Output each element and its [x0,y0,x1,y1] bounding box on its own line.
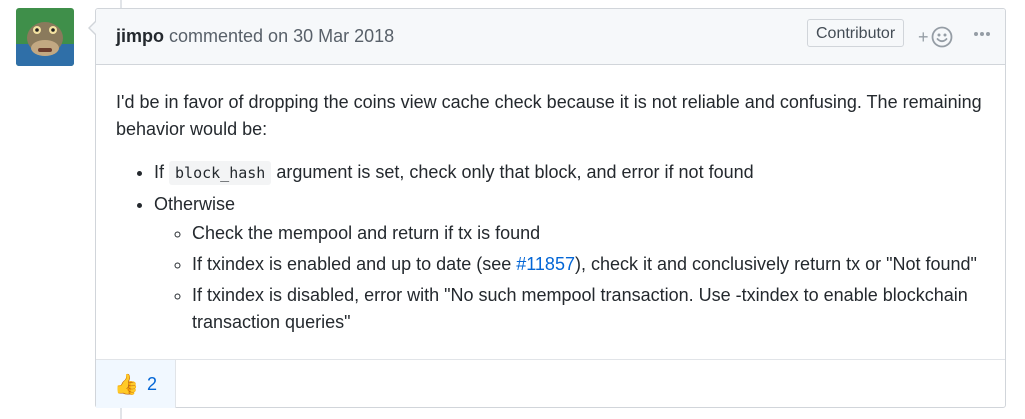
sub-item-text-after: ), check it and conclusively return tx o… [574,254,977,274]
contributor-badge: Contributor [807,19,905,47]
sub-item-text: If txindex is disabled, error with "No s… [192,285,968,332]
reactions-bar: 👍 2 [96,359,1005,408]
sub-list-item: Check the mempool and return if tx is fo… [192,220,985,247]
add-reaction-button[interactable]: + [918,24,953,50]
sub-list-item: If txindex is disabled, error with "No s… [192,282,985,336]
comment-header: jimpo commented on 30 Mar 2018 Contribut… [96,9,1005,65]
list-item: If block_hash argument is set, check onl… [154,159,985,187]
comment-intro: I'd be in favor of dropping the coins vi… [116,92,982,139]
sub-list-item: If txindex is enabled and up to date (se… [192,251,985,278]
sub-item-text: Check the mempool and return if tx is fo… [192,223,541,243]
list-item: Otherwise Check the mempool and return i… [154,191,985,336]
comment-date[interactable]: 30 Mar 2018 [293,26,394,46]
behavior-list: If block_hash argument is set, check onl… [116,159,985,336]
comment-action: commented on [169,26,289,46]
reaction-thumbs-up-button[interactable]: 👍 2 [96,360,176,408]
thumbs-up-icon: 👍 [114,373,139,396]
comment-body: I'd be in favor of dropping the coins vi… [96,65,1005,359]
comment-meta: jimpo commented on 30 Mar 2018 [116,26,394,47]
smiley-icon [931,26,952,48]
issue-link[interactable]: #11857 [516,254,575,274]
more-options-button[interactable] [970,22,994,46]
kebab-icon [974,32,990,36]
list-item-label: Otherwise [154,194,236,214]
list-item-suffix: argument is set, check only that block, … [276,162,754,182]
list-item-prefix: If [154,162,165,182]
avatar[interactable] [16,8,74,66]
sub-list: Check the mempool and return if tx is fo… [154,220,985,336]
add-reaction-plus: + [918,26,929,47]
avatar-image [16,8,74,66]
sub-item-text-before: If txindex is enabled and up to date (se… [192,254,517,274]
inline-code: block_hash [169,161,272,185]
reaction-count: 2 [146,373,157,394]
author-link[interactable]: jimpo [116,26,164,46]
comment-box: jimpo commented on 30 Mar 2018 Contribut… [88,8,1006,408]
